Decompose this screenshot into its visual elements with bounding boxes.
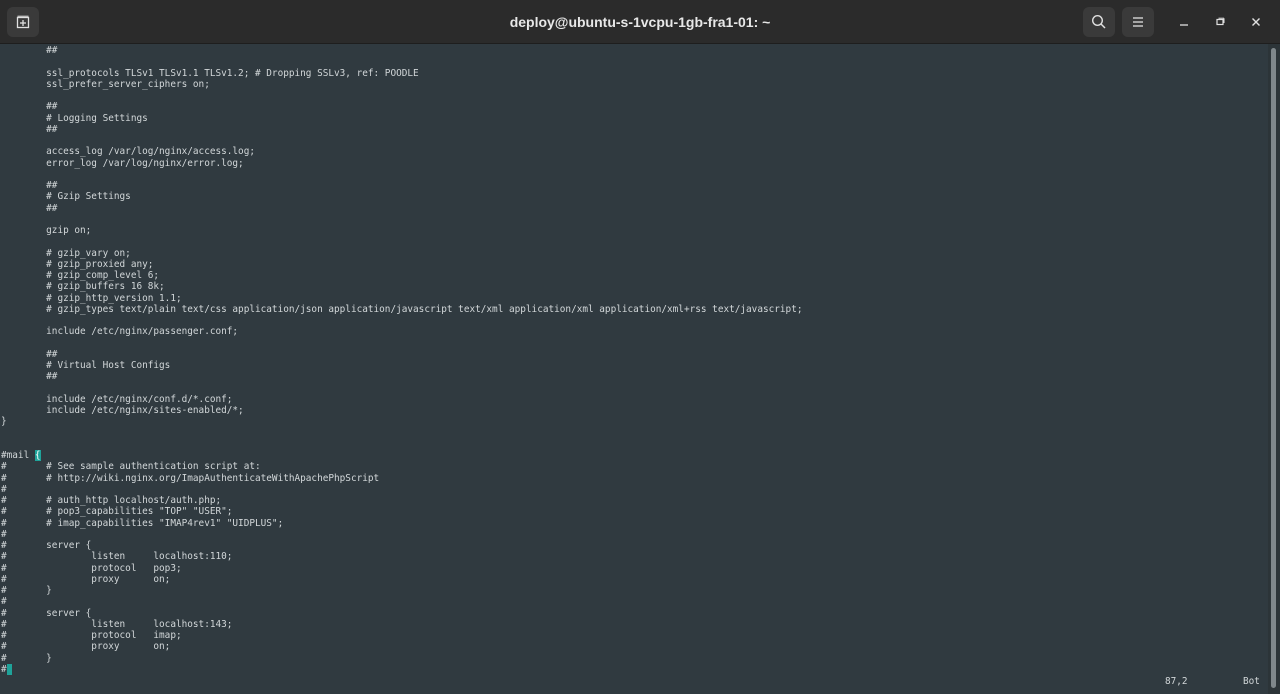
terminal-line: #} — [1, 663, 13, 675]
terminal-output[interactable]: ## ssl_protocols TLSv1 TLSv1.1 TLSv1.2; … — [0, 44, 1268, 694]
terminal-line: include /etc/nginx/sites-enabled/*; — [1, 405, 244, 416]
terminal-line: # gzip_types text/plain text/css applica… — [1, 303, 803, 315]
new-tab-button[interactable] — [7, 7, 39, 37]
last-line-text: # — [1, 663, 7, 675]
terminal-line: # Gzip Settings — [1, 191, 131, 203]
scroll-indicator: Bot — [1243, 676, 1260, 687]
close-button[interactable] — [1243, 9, 1269, 35]
terminal-line: # # pop3_capabilities "TOP" "USER"; — [1, 506, 233, 518]
minimize-button[interactable] — [1171, 9, 1197, 35]
terminal-line: # # auth_http localhost/auth.php; — [1, 495, 222, 506]
terminal-line: # proxy on; — [1, 573, 171, 585]
terminal-line: ssl_prefer_server_ciphers on; — [1, 78, 210, 90]
terminal-line: # protocol pop3; — [1, 562, 182, 574]
terminal-line: # server { — [1, 607, 92, 619]
terminal-line: # proxy on; — [1, 641, 171, 653]
terminal-line: ssl_protocols TLSv1 TLSv1.1 TLSv1.2; # D… — [1, 67, 419, 79]
terminal-line: # — [1, 596, 7, 608]
new-tab-icon — [16, 15, 30, 29]
terminal-line: ## — [1, 45, 58, 56]
search-icon — [1091, 14, 1106, 29]
terminal-line: # protocol imap; — [1, 630, 182, 641]
terminal-line: #mail { — [1, 450, 41, 461]
terminal-line: include /etc/nginx/conf.d/*.conf; — [1, 393, 233, 405]
terminal-line: } — [1, 416, 7, 428]
terminal-line: ## — [1, 202, 58, 214]
mail-label: #mail — [1, 450, 35, 461]
close-icon — [1252, 18, 1260, 26]
terminal-line: access_log /var/log/nginx/access.log; — [1, 146, 255, 158]
terminal-line: ## — [1, 101, 58, 113]
terminal-line: # listen localhost:143; — [1, 618, 233, 630]
text-cursor: } — [6, 663, 13, 675]
terminal-line: # } — [1, 652, 52, 664]
maximize-button[interactable] — [1207, 9, 1233, 35]
terminal-line: ## — [1, 371, 58, 383]
terminal-line: # gzip_buffers 16 8k; — [1, 281, 165, 293]
matched-brace: { — [34, 450, 41, 461]
terminal-line: # # http://wiki.nginx.org/ImapAuthentica… — [1, 472, 380, 484]
scrollbar[interactable] — [1268, 44, 1280, 694]
terminal-line: # server { — [1, 540, 92, 551]
terminal-line: include /etc/nginx/passenger.conf; — [1, 326, 239, 338]
cursor-position: 87,2 — [1165, 676, 1188, 687]
minimize-icon — [1180, 24, 1188, 26]
terminal-line: error_log /var/log/nginx/error.log; — [1, 157, 244, 169]
scrollbar-thumb[interactable] — [1271, 48, 1276, 688]
terminal-line: # gzip_http_version 1.1; — [1, 292, 182, 304]
terminal-line: # — [1, 483, 7, 495]
terminal-line: # # See sample authentication script at: — [1, 461, 261, 473]
maximize-icon — [1216, 17, 1225, 26]
terminal-line: # Virtual Host Configs — [1, 360, 171, 371]
title-bar: deploy@ubuntu-s-1vcpu-1gb-fra1-01: ~ — [0, 0, 1280, 44]
terminal-line: # gzip_vary on; — [1, 247, 131, 259]
terminal-line: # Logging Settings — [1, 112, 148, 124]
terminal-line: # # imap_capabilities "IMAP4rev1" "UIDPL… — [1, 517, 284, 529]
terminal-line: # listen localhost:110; — [1, 551, 233, 563]
terminal-line: # gzip_comp_level 6; — [1, 270, 160, 281]
terminal-line: ## — [1, 123, 58, 135]
terminal-line: # } — [1, 585, 52, 596]
menu-button[interactable] — [1122, 7, 1154, 37]
terminal-line: gzip on; — [1, 225, 92, 236]
terminal-line: # gzip_proxied any; — [1, 258, 154, 270]
terminal-line: ## — [1, 348, 58, 360]
terminal-line: # — [1, 528, 7, 540]
terminal-line: ## — [1, 180, 58, 191]
hamburger-menu-icon — [1133, 17, 1143, 27]
search-button[interactable] — [1083, 7, 1115, 37]
